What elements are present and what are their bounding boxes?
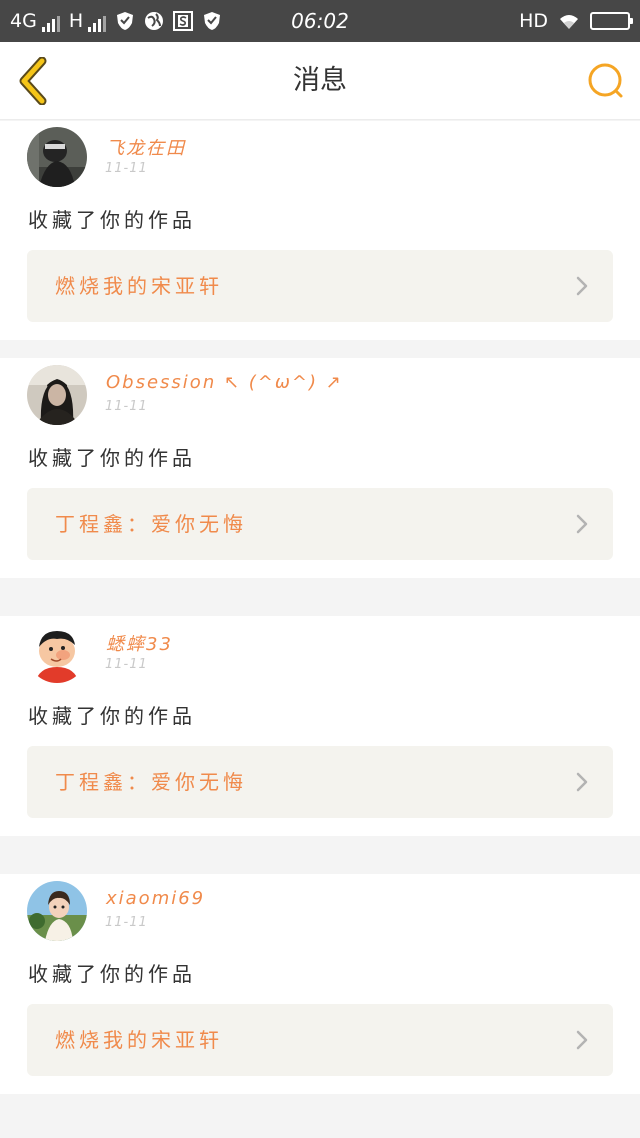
page-title: 消息 (293, 65, 347, 96)
app-screen: 4G H 06:02 HD 消息 飞龙在田 11-11 收藏了你的作品 燃烧我的… (0, 0, 640, 1138)
notification-list: 飞龙在田 11-11 收藏了你的作品 燃烧我的宋亚轩 Obsession ↖ (… (0, 121, 640, 1138)
notification-action: 收藏了你的作品 (28, 446, 196, 470)
notification-action: 收藏了你的作品 (28, 962, 196, 986)
chevron-right-icon (576, 1030, 588, 1050)
cartoon-boy-avatar (27, 623, 87, 683)
app-shield-icon (117, 12, 134, 30)
notification-card: 飞龙在田 11-11 收藏了你的作品 燃烧我的宋亚轩 (0, 121, 640, 340)
child-photo-avatar (27, 881, 87, 941)
username[interactable]: xiaomi69 (106, 888, 205, 909)
work-title: 丁程鑫：爱你无悔 (55, 770, 247, 794)
work-link[interactable]: 燃烧我的宋亚轩 (27, 250, 613, 322)
network-h: H (68, 10, 107, 32)
network-4g: 4G (10, 10, 60, 32)
network-h-label: H (68, 10, 84, 32)
app-globe-icon (145, 12, 164, 30)
notification-date: 11-11 (105, 399, 148, 414)
battery-icon (590, 12, 633, 30)
hd-label: HD (519, 10, 548, 32)
username[interactable]: 飞龙在田 (106, 134, 186, 160)
work-title: 燃烧我的宋亚轩 (55, 274, 223, 298)
chevron-right-icon (576, 772, 588, 792)
signal-icon (88, 16, 107, 32)
notification-date: 11-11 (105, 161, 148, 176)
status-bar-left: 4G H (10, 10, 222, 32)
notification-date: 11-11 (105, 915, 148, 930)
work-link[interactable]: 燃烧我的宋亚轩 (27, 1004, 613, 1076)
notification-date: 11-11 (105, 657, 148, 672)
work-title: 燃烧我的宋亚轩 (55, 1028, 223, 1052)
status-bar: 4G H 06:02 HD (0, 0, 640, 42)
app-header: 消息 (0, 42, 640, 120)
chevron-right-icon (576, 514, 588, 534)
username[interactable]: Obsession ↖ (^ω^) ↗ (106, 372, 343, 393)
work-link[interactable]: 丁程鑫：爱你无悔 (27, 746, 613, 818)
app-shield-icon (204, 12, 221, 30)
notification-action: 收藏了你的作品 (28, 704, 196, 728)
dark-photo-avatar (27, 127, 87, 187)
network-4g-label: 4G (10, 10, 37, 32)
girl-photo-avatar (27, 365, 87, 425)
avatar[interactable] (27, 881, 87, 941)
notification-card: 蟋蟀33 11-11 收藏了你的作品 丁程鑫：爱你无悔 (0, 616, 640, 836)
work-link[interactable]: 丁程鑫：爱你无悔 (27, 488, 613, 560)
avatar[interactable] (27, 623, 87, 683)
notification-action: 收藏了你的作品 (28, 208, 196, 232)
notification-card: xiaomi69 11-11 收藏了你的作品 燃烧我的宋亚轩 (0, 874, 640, 1094)
avatar[interactable] (27, 365, 87, 425)
notification-card: Obsession ↖ (^ω^) ↗ 11-11 收藏了你的作品 丁程鑫：爱你… (0, 358, 640, 578)
search-icon[interactable] (586, 61, 626, 101)
signal-icon (41, 16, 60, 32)
wifi-icon (560, 15, 578, 29)
avatar[interactable] (27, 127, 87, 187)
status-bar-right: HD (519, 10, 633, 32)
username[interactable]: 蟋蟀33 (106, 630, 173, 656)
work-title: 丁程鑫：爱你无悔 (55, 512, 247, 536)
app-s-icon (173, 11, 194, 31)
chevron-right-icon (576, 276, 588, 296)
